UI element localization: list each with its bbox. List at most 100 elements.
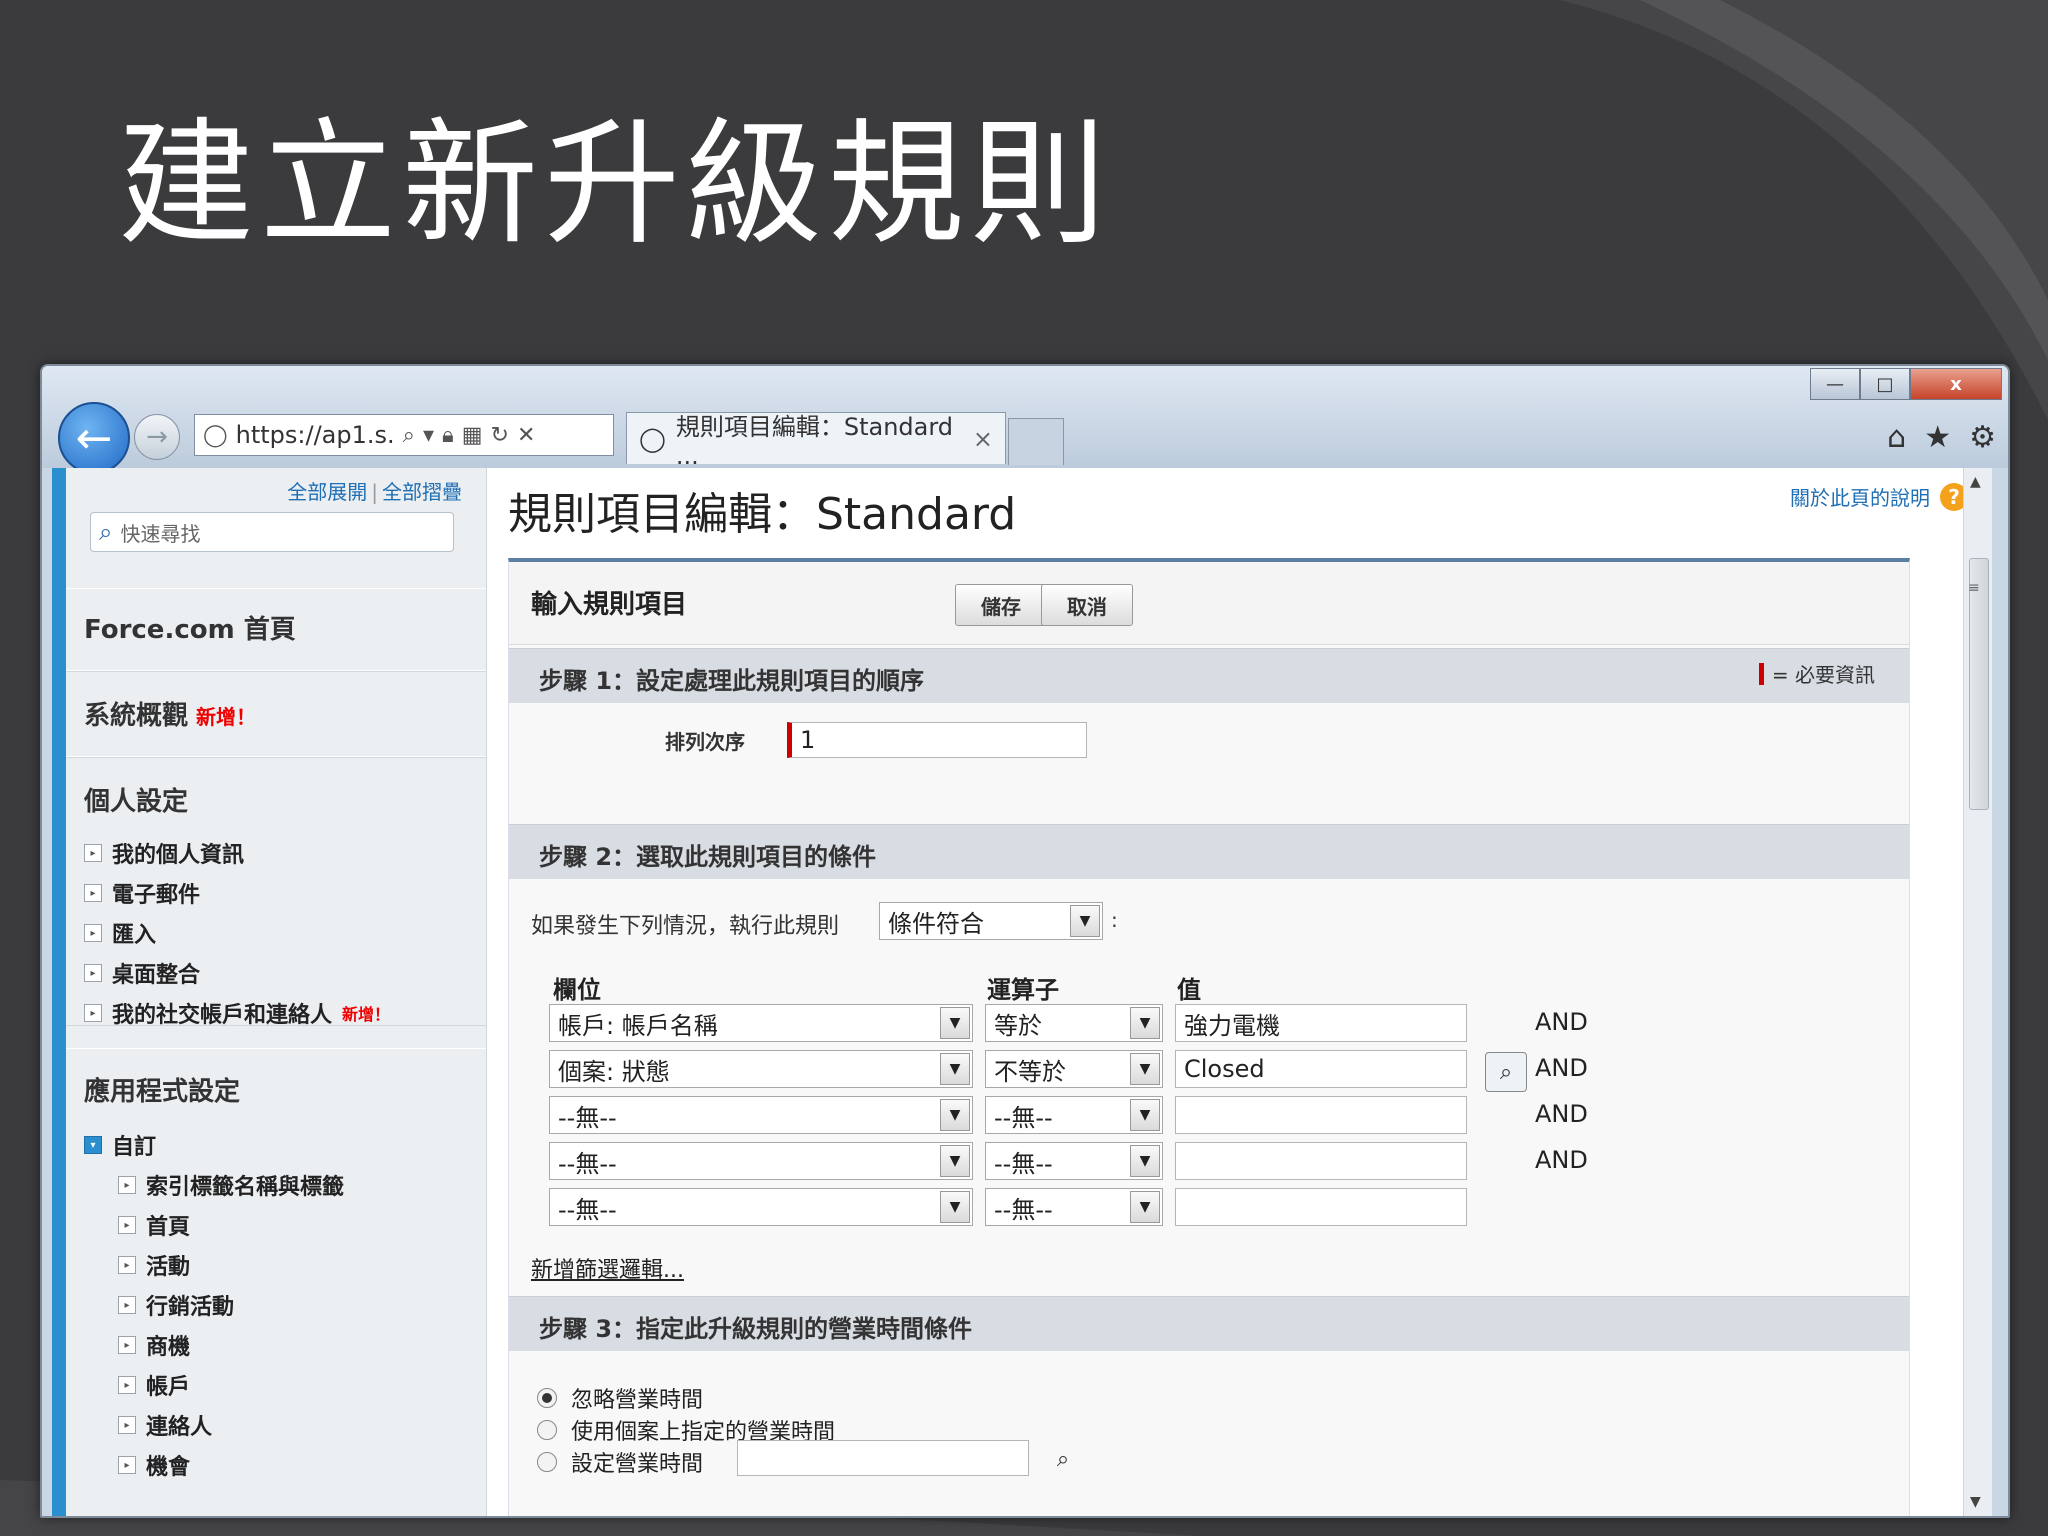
sidebar-item-desktop[interactable]: ▸ 桌面整合 bbox=[84, 957, 200, 989]
rule-entry-panel: 輸入規則項目 儲存 取消 步驟 1：設定處理此規則項目的順序 = 必要資訊 排列… bbox=[508, 558, 1910, 1516]
sidebar-item-my-info[interactable]: ▸ 我的個人資訊 bbox=[84, 837, 244, 869]
sidebar-item-email[interactable]: ▸ 電子郵件 bbox=[84, 877, 200, 909]
filter-value-input[interactable]: 強力電機 bbox=[1175, 1004, 1467, 1042]
filter-operator-select[interactable]: 等於 ▼ bbox=[985, 1004, 1163, 1042]
filter-field-select[interactable]: 帳戶: 帳戶名稱 ▼ bbox=[549, 1004, 973, 1042]
chevron-down-icon: ▼ bbox=[1130, 1099, 1160, 1131]
filter-operator-select[interactable]: --無-- ▼ bbox=[985, 1188, 1163, 1226]
search-icon[interactable]: ⌕ bbox=[403, 423, 415, 448]
maximize-button[interactable]: □ bbox=[1860, 368, 1910, 400]
sidebar-item-tab-names[interactable]: ▸ 索引標籤名稱與標籤 bbox=[118, 1169, 344, 1201]
refresh-icon[interactable]: ↻ bbox=[491, 423, 509, 448]
filter-value-input[interactable] bbox=[1175, 1096, 1467, 1134]
criteria-suffix: : bbox=[1111, 908, 1118, 932]
collapse-all-link[interactable]: 全部摺疊 bbox=[382, 480, 462, 504]
new-tab-button[interactable] bbox=[1008, 418, 1064, 465]
home-icon[interactable]: ⌂ bbox=[1887, 420, 1906, 455]
filter-field-select[interactable]: 個案: 狀態 ▼ bbox=[549, 1050, 973, 1088]
help-link[interactable]: 關於此頁的說明 ? bbox=[1790, 482, 1968, 511]
expand-all-link[interactable]: 全部展開 bbox=[287, 480, 367, 504]
required-legend: = 必要資訊 bbox=[1758, 659, 1875, 688]
expand-icon[interactable]: ▸ bbox=[84, 964, 102, 982]
business-hours-input[interactable] bbox=[737, 1440, 1029, 1476]
window-controls: — □ x bbox=[1810, 368, 2002, 400]
radio-ignore-hours[interactable]: 忽略營業時間 bbox=[537, 1382, 703, 1414]
expand-icon[interactable]: ▸ bbox=[118, 1256, 136, 1274]
cancel-button[interactable]: 取消 bbox=[1041, 584, 1133, 626]
expand-icon[interactable]: ▸ bbox=[118, 1416, 136, 1434]
filter-field-select[interactable]: --無-- ▼ bbox=[549, 1142, 973, 1180]
sidebar-item-activities[interactable]: ▸ 活動 bbox=[118, 1249, 190, 1281]
sidebar-item-social[interactable]: ▸ 我的社交帳戶和連絡人 新增！ bbox=[84, 997, 390, 1029]
sidebar-item-campaigns[interactable]: ▸ 行銷活動 bbox=[118, 1289, 234, 1321]
add-filter-logic-link[interactable]: 新增篩選邏輯... bbox=[531, 1252, 684, 1284]
filter-value-input[interactable]: Closed bbox=[1175, 1050, 1467, 1088]
expand-icon[interactable]: ▸ bbox=[118, 1176, 136, 1194]
browser-window: — □ x ← → ◯ https://ap1.s. ⌕ ▾ 🔒︎ ▦ ↻ ✕ … bbox=[40, 364, 2010, 1518]
scroll-up-icon[interactable]: ▲ bbox=[1970, 474, 1981, 490]
and-label: AND bbox=[1535, 1054, 1588, 1082]
sidebar-item-customize[interactable]: ▾ 自訂 bbox=[84, 1129, 156, 1161]
quick-find-box[interactable]: ⌕ 快速尋找 bbox=[90, 512, 454, 552]
address-bar[interactable]: ◯ https://ap1.s. ⌕ ▾ 🔒︎ ▦ ↻ ✕ bbox=[194, 414, 614, 456]
expand-icon[interactable]: ▸ bbox=[118, 1456, 136, 1474]
filter-operator-select[interactable]: 不等於 ▼ bbox=[985, 1050, 1163, 1088]
save-button[interactable]: 儲存 bbox=[955, 584, 1047, 626]
star-icon[interactable]: ★ bbox=[1924, 420, 1951, 455]
radio-button[interactable] bbox=[537, 1420, 557, 1440]
back-arrow-icon[interactable]: ← bbox=[58, 402, 130, 474]
expand-icon[interactable]: ▸ bbox=[84, 1004, 102, 1022]
address-text: https://ap1.s. bbox=[235, 421, 395, 449]
tab-close-icon[interactable]: × bbox=[973, 425, 993, 453]
lookup-icon[interactable]: ⌕ bbox=[1043, 1440, 1083, 1478]
filter-operator-select[interactable]: --無-- ▼ bbox=[985, 1142, 1163, 1180]
expand-icon[interactable]: ▸ bbox=[118, 1216, 136, 1234]
lookup-icon[interactable]: ⌕ bbox=[1485, 1052, 1527, 1092]
expand-icon[interactable]: ▸ bbox=[84, 924, 102, 942]
radio-set-hours[interactable]: 設定營業時間 bbox=[537, 1446, 703, 1478]
expand-icon[interactable]: ▸ bbox=[118, 1336, 136, 1354]
radio-button[interactable] bbox=[537, 1388, 557, 1408]
and-label: AND bbox=[1535, 1100, 1588, 1128]
system-overview-link[interactable]: 系統概觀 新增！ bbox=[84, 695, 256, 732]
sidebar-item-leads[interactable]: ▸ 商機 bbox=[118, 1329, 190, 1361]
filter-value-input[interactable] bbox=[1175, 1188, 1467, 1226]
expand-icon[interactable]: ▸ bbox=[118, 1296, 136, 1314]
chevron-down-icon: ▼ bbox=[1130, 1191, 1160, 1223]
browser-tab-active[interactable]: ◯ 規則項目編輯：Standard ... × bbox=[626, 412, 1006, 470]
forward-arrow-icon[interactable]: → bbox=[134, 414, 180, 460]
sort-order-input[interactable]: 1 bbox=[787, 722, 1087, 758]
compat-icon[interactable]: ▦ bbox=[462, 423, 483, 448]
expand-icon[interactable]: ▸ bbox=[84, 844, 102, 862]
scroll-down-icon[interactable]: ▼ bbox=[1970, 1494, 1981, 1510]
panel-title: 輸入規則項目 bbox=[531, 590, 688, 620]
dropdown-icon[interactable]: ▾ bbox=[423, 423, 434, 448]
page-icon: ◯ bbox=[639, 424, 666, 453]
sidebar-item-home[interactable]: ▸ 首頁 bbox=[118, 1209, 190, 1241]
vertical-scrollbar[interactable]: ▲ ≡ ▼ bbox=[1963, 468, 1992, 1516]
sidebar-item-contacts[interactable]: ▸ 連絡人 bbox=[118, 1409, 212, 1441]
required-marker bbox=[1758, 662, 1764, 685]
filter-value-input[interactable] bbox=[1175, 1142, 1467, 1180]
gear-icon[interactable]: ⚙ bbox=[1969, 420, 1996, 455]
stop-icon[interactable]: ✕ bbox=[517, 423, 535, 448]
filter-operator-select[interactable]: --無-- ▼ bbox=[985, 1096, 1163, 1134]
filter-field-select[interactable]: --無-- ▼ bbox=[549, 1188, 973, 1226]
sidebar-item-accounts[interactable]: ▸ 帳戶 bbox=[118, 1369, 190, 1401]
criteria-select[interactable]: 條件符合 ▼ bbox=[879, 902, 1103, 940]
close-window-button[interactable]: x bbox=[1910, 368, 2002, 400]
sidebar-item-import[interactable]: ▸ 匯入 bbox=[84, 917, 156, 949]
slide-title: 建立新升級規則 bbox=[118, 106, 1112, 264]
chevron-down-icon: ▼ bbox=[1130, 1145, 1160, 1177]
force-home-link[interactable]: Force.com 首頁 bbox=[84, 609, 296, 646]
step2-title: 步驟 2：選取此規則項目的條件 bbox=[539, 843, 877, 871]
lock-icon[interactable]: 🔒︎ bbox=[442, 423, 454, 448]
sidebar-item-opportunities[interactable]: ▸ 機會 bbox=[118, 1449, 190, 1481]
expand-icon[interactable]: ▸ bbox=[84, 884, 102, 902]
minimize-button[interactable]: — bbox=[1810, 368, 1860, 400]
collapse-icon[interactable]: ▾ bbox=[84, 1136, 102, 1154]
expand-icon[interactable]: ▸ bbox=[118, 1376, 136, 1394]
filter-field-select[interactable]: --無-- ▼ bbox=[549, 1096, 973, 1134]
radio-button[interactable] bbox=[537, 1452, 557, 1472]
step1-title: 步驟 1：設定處理此規則項目的順序 bbox=[539, 667, 925, 695]
